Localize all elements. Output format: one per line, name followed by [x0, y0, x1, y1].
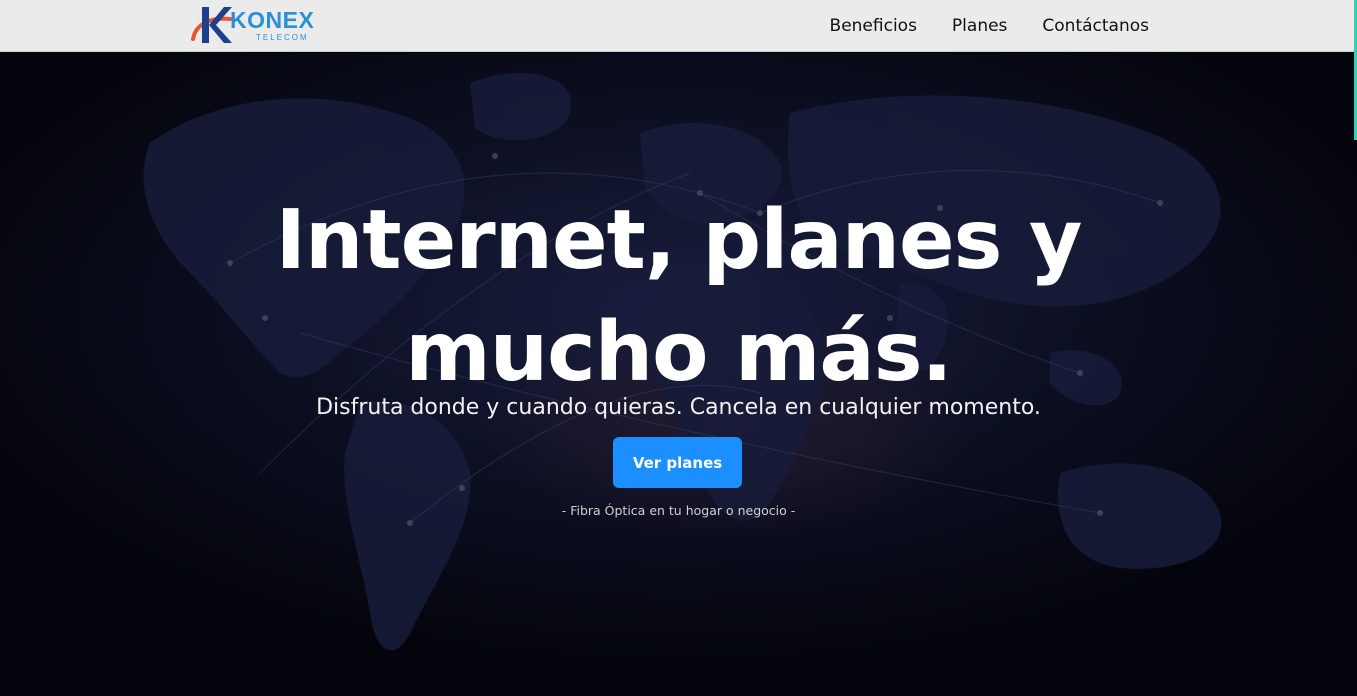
konex-logo[interactable]: KONEX TELECOM: [190, 3, 340, 47]
hero-section: Internet, planes y mucho más. Disfruta d…: [0, 53, 1357, 696]
hero-title-line-2: mucho más.: [405, 305, 952, 400]
logo-wordmark: KONEX: [230, 7, 315, 33]
main-nav: Beneficios Planes Contáctanos: [830, 0, 1149, 52]
nav-link-contactanos[interactable]: Contáctanos: [1042, 16, 1149, 36]
ver-planes-button[interactable]: Ver planes: [613, 437, 742, 488]
nav-link-planes[interactable]: Planes: [952, 16, 1007, 36]
konex-k-logo-mark-icon: [191, 7, 232, 43]
hero-subtitle: Disfruta donde y cuando quieras. Cancela…: [316, 395, 1041, 420]
hero-note: - Fibra Óptica en tu hogar o negocio -: [561, 503, 796, 518]
hero-title-line-1: Internet, planes y: [275, 193, 1083, 288]
hero-title: Internet, planes y mucho más.: [0, 185, 1357, 409]
top-navbar: KONEX TELECOM Beneficios Planes Contácta…: [0, 0, 1357, 52]
logo-tagline: TELECOM: [256, 33, 309, 42]
nav-link-beneficios[interactable]: Beneficios: [830, 16, 917, 36]
